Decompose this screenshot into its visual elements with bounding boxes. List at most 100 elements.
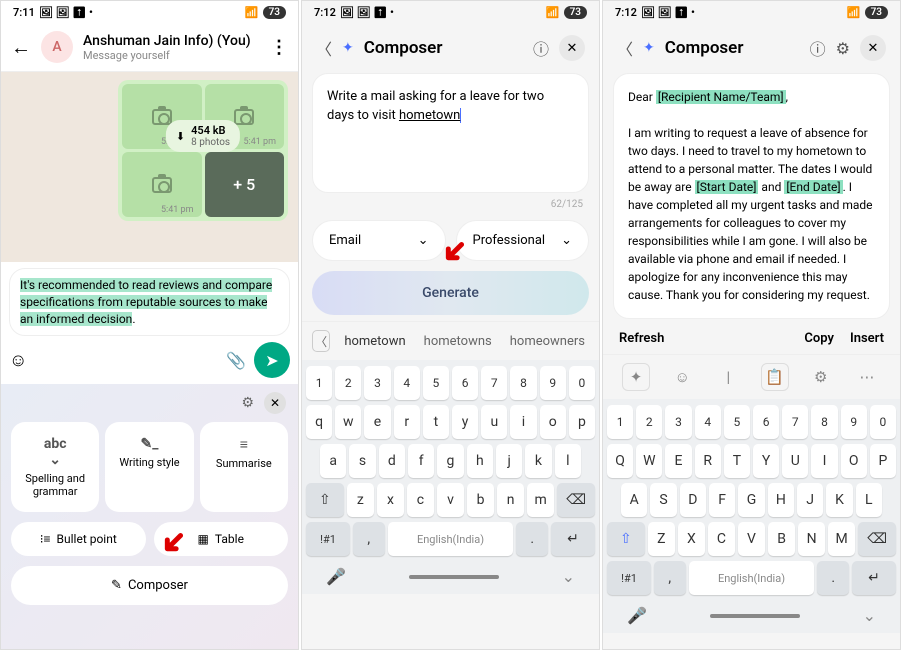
key-symbols[interactable]: !#1 [306, 522, 350, 556]
refresh-button[interactable]: Refresh [619, 331, 664, 346]
key-b[interactable]: B [768, 522, 795, 556]
tool-spelling[interactable]: abc⌄ Spelling and grammar [11, 422, 99, 512]
key-9[interactable]: 9 [841, 405, 867, 439]
key-u[interactable]: u [481, 405, 507, 439]
key-n[interactable]: n [497, 483, 524, 517]
key-g[interactable]: g [437, 444, 463, 478]
gear-icon[interactable]: ⚙ [241, 395, 254, 411]
key-a[interactable]: A [621, 483, 647, 517]
photo-message[interactable]: 5:41 pm 5:41 pm 5:41 pm + 5 ⬇ 454 kB 8 p… [118, 80, 288, 221]
suggestion-back[interactable]: 〈 [312, 330, 330, 352]
key-m[interactable]: M [828, 522, 855, 556]
chevron-down-icon[interactable]: ⌄ [863, 606, 876, 625]
key-comma[interactable]: , [353, 522, 384, 556]
ai-icon[interactable]: ✦ [622, 363, 650, 391]
key-8[interactable]: 8 [811, 405, 837, 439]
key-s[interactable]: s [349, 444, 375, 478]
photo-more[interactable]: + 5 [205, 152, 285, 217]
key-0[interactable]: 0 [569, 366, 595, 400]
key-f[interactable]: F [709, 483, 735, 517]
back-icon[interactable]: 〈 [316, 36, 332, 60]
key-space[interactable]: English(India) [689, 561, 815, 595]
tool-bullet-point[interactable]: ⁝≡ Bullet point [11, 522, 146, 556]
key-1[interactable]: 1 [607, 405, 633, 439]
key-k[interactable]: k [525, 444, 551, 478]
copy-button[interactable]: Copy [804, 331, 834, 346]
key-4[interactable]: 4 [394, 366, 420, 400]
key-x[interactable]: x [377, 483, 404, 517]
key-l[interactable]: l [555, 444, 581, 478]
close-icon[interactable]: ✕ [264, 392, 286, 414]
key-i[interactable]: I [811, 444, 837, 478]
key-space[interactable]: English(India) [388, 522, 514, 556]
tool-summarise[interactable]: ≡ Summarise [200, 422, 288, 512]
emoji-icon[interactable]: ☺ [668, 363, 696, 391]
chevron-down-icon[interactable]: ⌄ [562, 567, 575, 586]
key-period[interactable]: . [516, 522, 547, 556]
tool-writing-style[interactable]: ✎_ Writing style [105, 422, 193, 512]
key-p[interactable]: p [569, 405, 595, 439]
key-7[interactable]: 7 [481, 366, 507, 400]
key-w[interactable]: W [636, 444, 662, 478]
info-icon[interactable]: ⓘ [533, 36, 549, 60]
key-k[interactable]: K [826, 483, 852, 517]
settings-icon[interactable]: ⚙ [836, 39, 850, 58]
suggestion-word[interactable]: homeowners [506, 332, 589, 351]
gear-icon[interactable]: ⚙ [807, 363, 835, 391]
insert-button[interactable]: Insert [850, 331, 884, 346]
key-6[interactable]: 6 [753, 405, 779, 439]
mic-icon[interactable]: 🎤 [326, 567, 346, 586]
key-comma[interactable]: , [654, 561, 685, 595]
key-h[interactable]: h [467, 444, 493, 478]
key-t[interactable]: T [724, 444, 750, 478]
key-symbols[interactable]: !#1 [607, 561, 651, 595]
key-enter[interactable]: ↵ [852, 561, 896, 595]
key-f[interactable]: f [408, 444, 434, 478]
key-0[interactable]: 0 [870, 405, 896, 439]
send-button[interactable]: ➤ [254, 342, 290, 378]
key-d[interactable]: D [680, 483, 706, 517]
key-o[interactable]: o [540, 405, 566, 439]
key-6[interactable]: 6 [452, 366, 478, 400]
info-icon[interactable]: ⓘ [810, 36, 826, 60]
attach-icon[interactable]: 📎 [226, 351, 246, 370]
avatar[interactable]: A [41, 31, 73, 63]
key-a[interactable]: a [320, 444, 346, 478]
key-period[interactable]: . [817, 561, 848, 595]
key-2[interactable]: 2 [636, 405, 662, 439]
key-y[interactable]: Y [753, 444, 779, 478]
key-z[interactable]: Z [648, 522, 675, 556]
back-icon[interactable]: 〈 [617, 36, 633, 60]
message-input[interactable]: It's recommended to read reviews and com… [9, 268, 290, 336]
key-3[interactable]: 3 [665, 405, 691, 439]
key-l[interactable]: L [856, 483, 882, 517]
key-e[interactable]: e [364, 405, 390, 439]
key-backspace[interactable]: ⌫ [557, 483, 595, 517]
key-q[interactable]: q [306, 405, 332, 439]
key-enter[interactable]: ↵ [551, 522, 595, 556]
key-y[interactable]: y [452, 405, 478, 439]
key-j[interactable]: J [797, 483, 823, 517]
mic-icon[interactable]: 🎤 [627, 606, 647, 625]
format-dropdown[interactable]: Email ⌄ [312, 220, 446, 261]
close-icon[interactable]: ✕ [559, 35, 585, 61]
key-u[interactable]: U [782, 444, 808, 478]
key-r[interactable]: r [394, 405, 420, 439]
key-w[interactable]: w [335, 405, 361, 439]
sticker-icon[interactable]: ☺ [9, 350, 27, 371]
key-3[interactable]: 3 [364, 366, 390, 400]
key-2[interactable]: 2 [335, 366, 361, 400]
key-9[interactable]: 9 [540, 366, 566, 400]
key-backspace[interactable]: ⌫ [858, 522, 896, 556]
key-t[interactable]: t [423, 405, 449, 439]
key-5[interactable]: 5 [423, 366, 449, 400]
key-g[interactable]: G [738, 483, 764, 517]
menu-icon[interactable]: ⋮ [270, 37, 288, 58]
key-o[interactable]: O [841, 444, 867, 478]
key-1[interactable]: 1 [306, 366, 332, 400]
key-r[interactable]: R [695, 444, 721, 478]
more-icon[interactable]: ⋯ [853, 363, 881, 391]
header-title-box[interactable]: Anshuman Jain Info) (You) Message yourse… [83, 33, 260, 62]
key-c[interactable]: c [407, 483, 434, 517]
key-c[interactable]: C [708, 522, 735, 556]
